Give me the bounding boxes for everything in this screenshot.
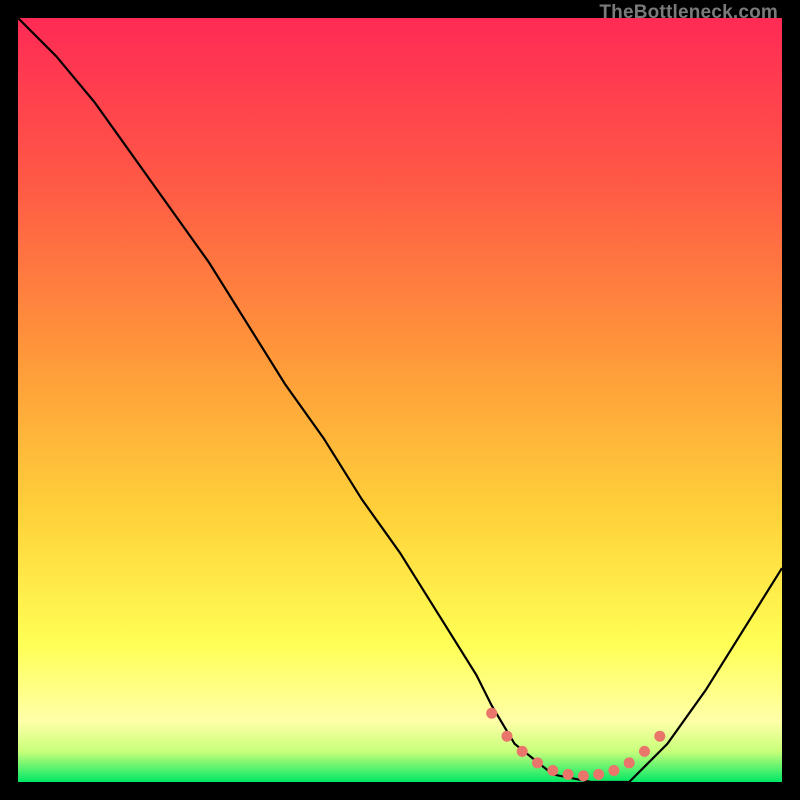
marker-dot xyxy=(624,757,635,768)
marker-dot xyxy=(608,765,619,776)
marker-dot xyxy=(502,731,513,742)
marker-dot xyxy=(563,769,574,780)
marker-dot xyxy=(639,746,650,757)
marker-dot xyxy=(517,746,528,757)
marker-dot xyxy=(486,708,497,719)
chart-plot-area xyxy=(18,18,782,782)
marker-dot xyxy=(578,770,589,781)
marker-dot xyxy=(654,731,665,742)
marker-dot xyxy=(593,769,604,780)
marker-dot xyxy=(547,765,558,776)
gradient-background xyxy=(18,18,782,782)
watermark-text: TheBottleneck.com xyxy=(599,2,778,24)
marker-dot xyxy=(532,757,543,768)
bottleneck-chart xyxy=(18,18,782,782)
